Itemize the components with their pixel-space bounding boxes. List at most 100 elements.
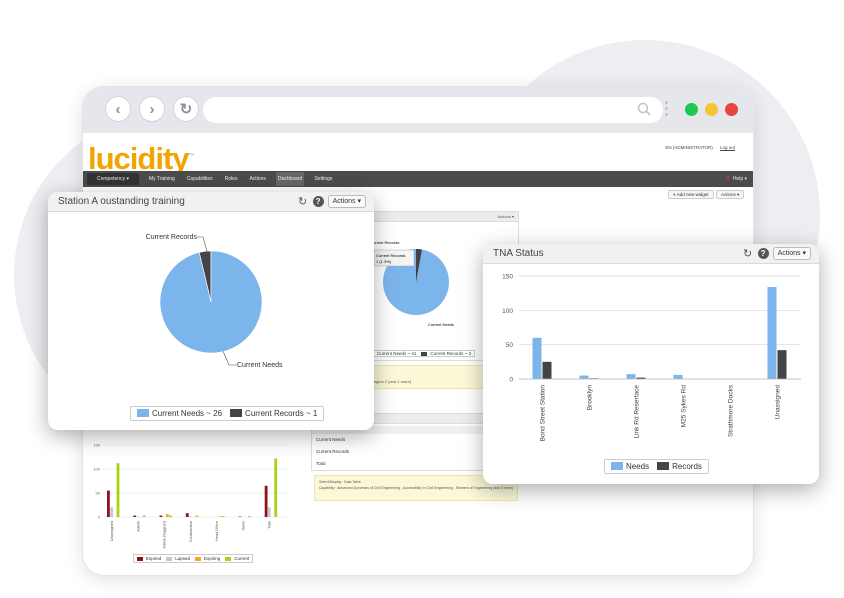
x-tick-label: Brooklyn — [587, 385, 594, 411]
expiry-legend-lapsed[interactable]: Lapsed — [166, 556, 190, 561]
menu-dashboard[interactable]: Dashboard — [275, 172, 305, 186]
mid-panel-actions[interactable]: Actions ▾ — [498, 212, 514, 222]
help-icon[interactable]: ? — [312, 196, 324, 207]
pie-connector-needs — [222, 350, 237, 366]
expiry-legend-expired[interactable]: Expired — [137, 556, 161, 561]
reload-button[interactable]: ↻ — [173, 96, 199, 122]
bg-x-tick: Total — [268, 521, 272, 529]
tna-actions-button[interactable]: Actions ▾ — [772, 247, 811, 260]
help-menu[interactable]: ❓ Help ▾ — [725, 176, 747, 182]
help-icon[interactable]: ? — [757, 248, 769, 259]
bg-bar[interactable] — [185, 513, 189, 517]
reload-icon: ↻ — [179, 101, 193, 118]
bg-bar[interactable] — [248, 516, 251, 517]
bar-needs-unassigned[interactable] — [767, 286, 777, 379]
search-icon — [637, 102, 651, 116]
menu-settings[interactable]: Settings — [312, 172, 334, 186]
mid-legend-records[interactable]: Current Records ~ 3 — [421, 351, 471, 356]
bg-bar[interactable] — [133, 515, 137, 517]
refresh-icon[interactable]: ↻ — [742, 248, 754, 260]
station-pie-chart: Current Records Current Needs — [146, 234, 283, 369]
bg-y-tick: 0 — [98, 515, 101, 520]
station-legend-needs[interactable]: Current Needs ~ 26 — [137, 409, 222, 418]
pie-label-current-needs: Current Needs — [237, 362, 283, 369]
bar-needs-bond-street-station[interactable] — [532, 337, 542, 379]
expiry-bar-chart: 150 100 50 0 Unassigned Admin Admin (Support) C… — [93, 443, 287, 549]
bg-bar[interactable] — [165, 514, 169, 517]
bar-needs-m25-sykes-rd[interactable] — [673, 374, 683, 379]
yellow-window-dot[interactable] — [705, 103, 718, 116]
station-legend-records[interactable]: Current Records ~ 1 — [230, 409, 317, 418]
bar-records-bond-street-station[interactable] — [542, 361, 552, 379]
bg-bar[interactable] — [267, 507, 271, 517]
more-vertical-icon[interactable] — [665, 101, 669, 119]
y-tick-label: 100 — [502, 308, 513, 315]
table-row: Current Records — [316, 449, 350, 454]
mid-filter-text: Region 2 (and 1 more) — [371, 379, 412, 384]
station-a-widget: Station A oustanding training ↻ ? Action… — [48, 192, 374, 430]
expiry-legend-current[interactable]: Current — [225, 556, 249, 561]
station-pie-legend: Current Needs ~ 26 Current Records ~ 1 — [130, 406, 325, 421]
menu-my-training[interactable]: My Training — [147, 172, 177, 186]
red-window-dot[interactable] — [725, 103, 738, 116]
pie-slice-current-needs[interactable] — [159, 250, 263, 354]
tna-bar-chart: 0 50 100 150 Bond Street Station Brooklyn Link… — [502, 274, 801, 442]
refresh-icon[interactable]: ↻ — [297, 196, 309, 208]
legend-swatch — [657, 462, 670, 470]
expiry-legend-expiring[interactable]: Expiring — [195, 556, 220, 561]
logo-trademark: ™ — [188, 153, 195, 160]
bg-bar[interactable] — [107, 490, 110, 517]
bg-bar[interactable] — [264, 485, 268, 517]
tna-widget-header: TNA Status ↻ ? Actions ▾ — [483, 244, 819, 264]
x-tick-label: Link Rd Reserface — [634, 385, 641, 439]
bg-y-tick: 150 — [93, 443, 100, 448]
bg-bar[interactable] — [110, 507, 113, 517]
legend-swatch — [611, 462, 623, 470]
menu-roles[interactable]: Roles — [223, 172, 240, 186]
bar-needs-brooklyn[interactable] — [579, 375, 589, 379]
add-widget-button[interactable]: ● Add new widget — [668, 190, 714, 199]
add-widget-label: Add new widget — [676, 192, 709, 197]
green-window-dot[interactable] — [685, 103, 698, 116]
bg-bar[interactable] — [195, 515, 199, 517]
forward-button[interactable]: › — [139, 96, 165, 122]
table-row: Total — [316, 461, 326, 466]
user-bar: EN (ADMINISTRATOR) Log out — [665, 145, 735, 150]
back-button[interactable]: ‹ — [105, 96, 131, 122]
competency-dropdown[interactable]: Competency ▾ — [87, 173, 139, 185]
bg-bar[interactable] — [159, 515, 163, 517]
x-tick-label: Strathmore Docks — [728, 384, 735, 437]
expiry-legend: Expired Lapsed Expiring Current — [133, 554, 254, 563]
bar-needs-link-rd-reserface[interactable] — [626, 374, 636, 379]
bg-bar[interactable] — [142, 515, 146, 517]
user-role: EN (ADMINISTRATOR) — [665, 145, 713, 150]
address-bar[interactable] — [203, 97, 663, 123]
bg-bar[interactable] — [221, 516, 225, 517]
y-tick-label: 0 — [509, 377, 513, 384]
bg-bar[interactable] — [116, 463, 120, 517]
table-row: Current Needs — [316, 437, 346, 442]
bg-bar[interactable] — [274, 458, 278, 517]
mid-tooltip-value: 1 (1.3%) — [376, 259, 392, 264]
mid-legend-needs[interactable]: Current Needs ~ 41 — [368, 351, 416, 356]
menu-capabilities[interactable]: Capabilities — [185, 172, 215, 186]
browser-toolbar: ‹ › ↻ — [83, 87, 753, 133]
mid-pie-label-needs: Current Needs — [428, 322, 454, 327]
station-actions-button[interactable]: Actions ▾ — [327, 195, 366, 208]
tna-legend: Needs Records — [604, 459, 709, 474]
chevron-right-icon: › — [149, 100, 155, 118]
table-filter-line1: Select/Display : Data Table — [319, 480, 361, 484]
station-widget-title: Station A oustanding training — [58, 196, 185, 207]
menu-actions[interactable]: Actions — [247, 172, 267, 186]
tna-legend-needs[interactable]: Needs — [611, 462, 649, 471]
tna-legend-records[interactable]: Records — [657, 462, 702, 471]
bg-y-tick: 100 — [93, 467, 100, 472]
logout-link[interactable]: Log out — [720, 145, 735, 150]
bar-records-unassigned[interactable] — [777, 350, 787, 379]
bg-bar[interactable] — [169, 515, 172, 517]
bg-x-tick: Construction — [189, 521, 193, 542]
y-tick-label: 50 — [506, 342, 514, 349]
dashboard-actions-button[interactable]: Actions ▾ — [716, 190, 745, 199]
bg-x-tick: Unassigned — [110, 521, 114, 541]
x-tick-label: Bond Street Station — [540, 385, 547, 442]
